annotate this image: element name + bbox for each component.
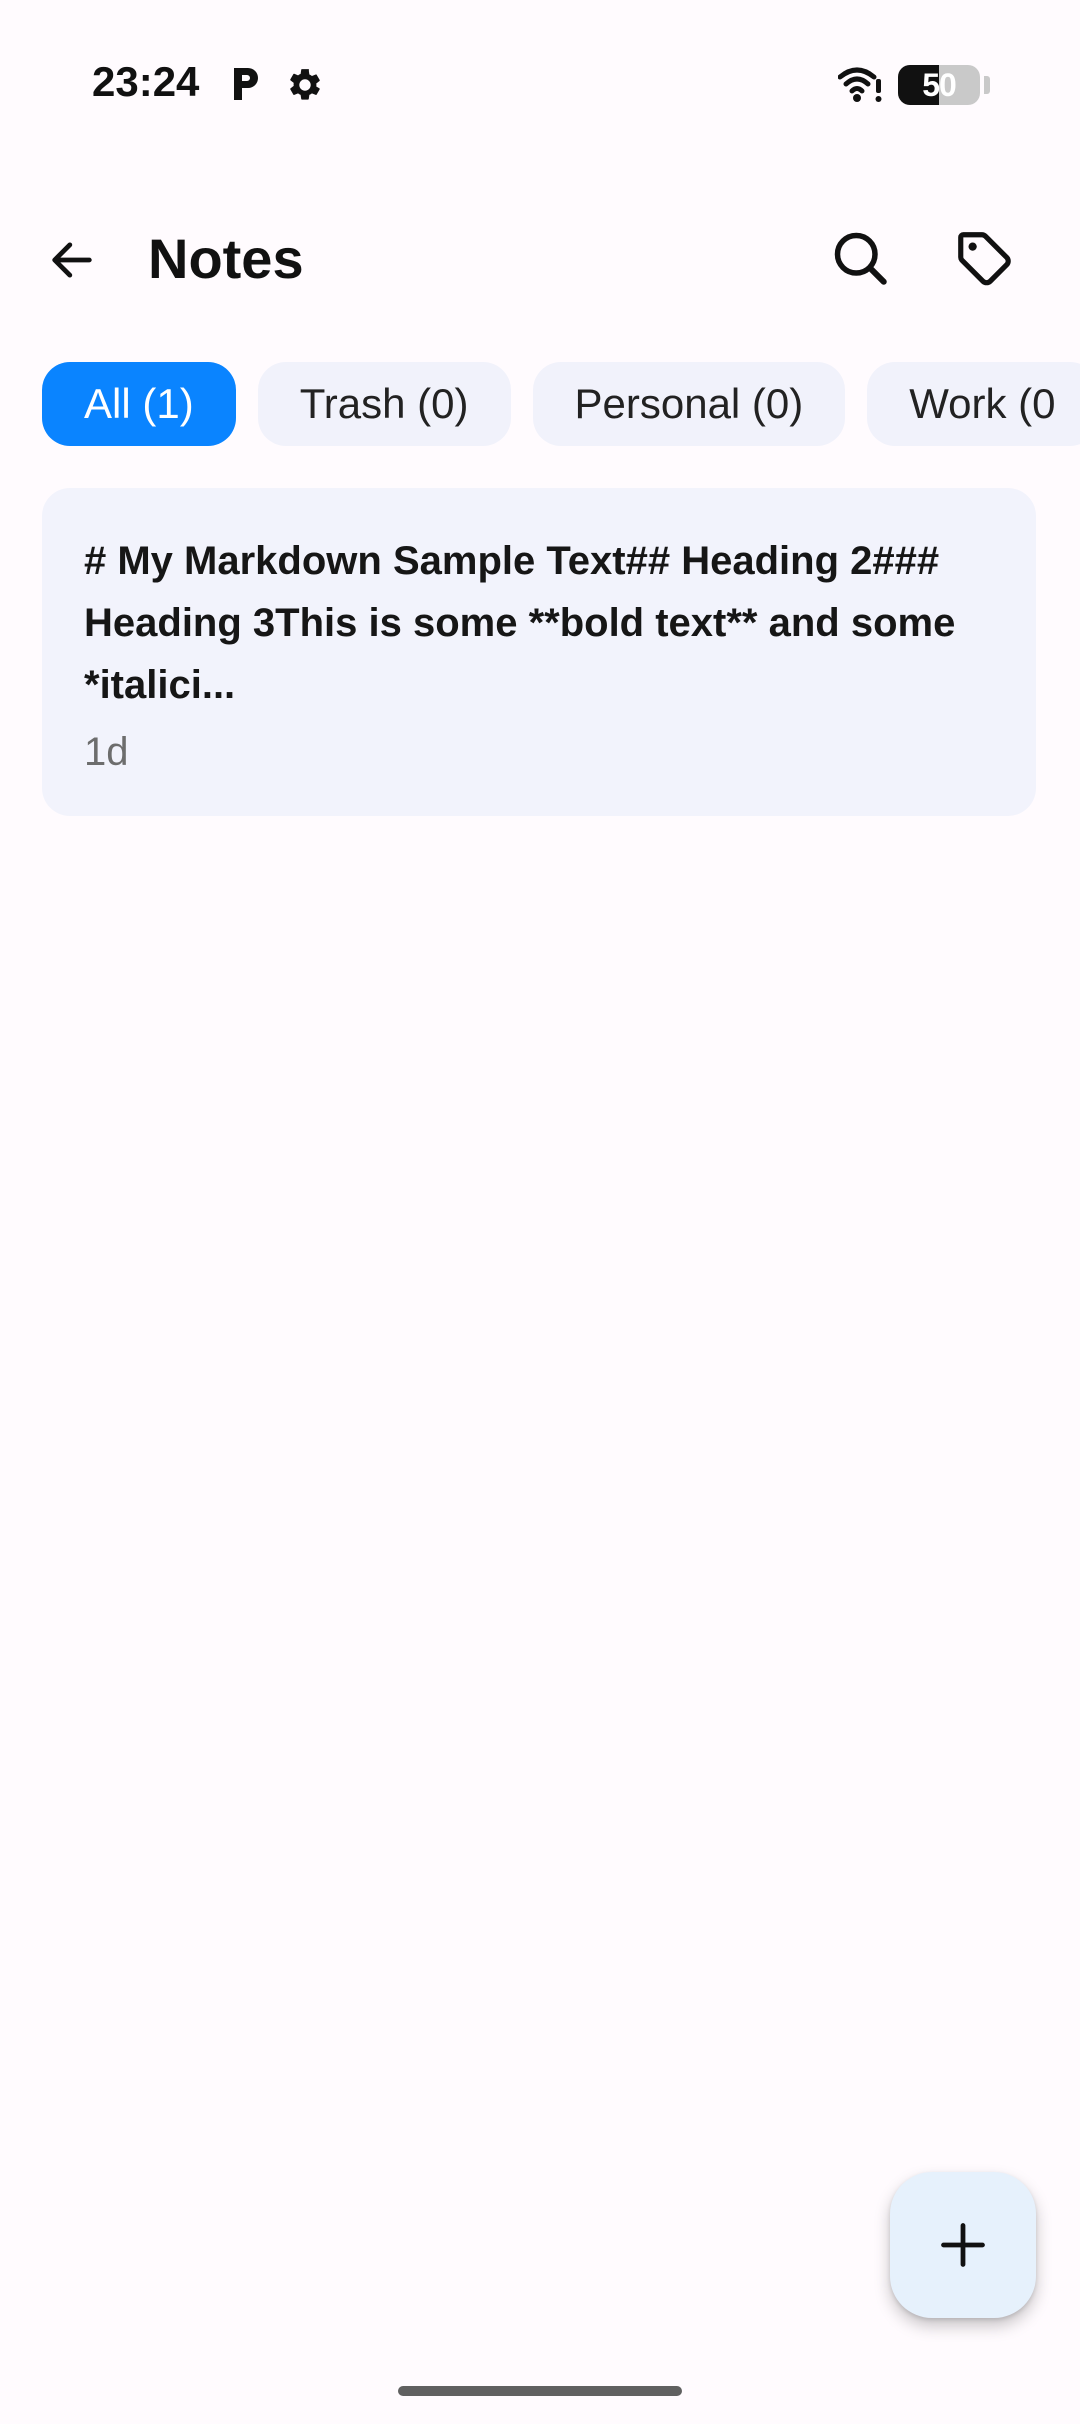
battery-cap: [984, 76, 990, 94]
back-arrow-icon: [52, 242, 92, 278]
search-button[interactable]: [822, 220, 898, 296]
note-timestamp: 1d: [84, 730, 129, 774]
search-icon: [834, 232, 887, 285]
note-preview: # My Markdown Sample Text## Heading 2###…: [84, 539, 956, 707]
battery-level: 50: [922, 66, 957, 103]
tag-icon: [958, 232, 1011, 286]
add-note-button[interactable]: [890, 2172, 1036, 2318]
battery-icon: 50: [898, 65, 980, 105]
chip-trash[interactable]: Trash (0): [257, 362, 511, 446]
filter-chips: All (1) Trash (0) Personal (0) Work (0: [42, 362, 1080, 446]
back-button[interactable]: [36, 224, 108, 296]
app-bar: Notes: [0, 200, 1080, 316]
parking-icon: [234, 68, 258, 100]
chip-all[interactable]: All (1): [42, 362, 236, 446]
status-right-group: 50: [838, 62, 990, 108]
plus-icon: [941, 2223, 985, 2267]
page-title: Notes: [148, 227, 304, 290]
chip-work[interactable]: Work (0: [867, 362, 1080, 446]
gesture-bar[interactable]: [398, 2386, 682, 2396]
status-bar: 23:24 50: [0, 0, 1080, 170]
gear-icon: [290, 69, 320, 100]
wifi-icon: [838, 67, 882, 102]
chip-personal[interactable]: Personal (0): [532, 362, 846, 446]
note-card[interactable]: # My Markdown Sample Text## Heading 2###…: [42, 488, 1036, 816]
status-time: 23:24: [92, 58, 200, 105]
tags-button[interactable]: [946, 220, 1022, 296]
